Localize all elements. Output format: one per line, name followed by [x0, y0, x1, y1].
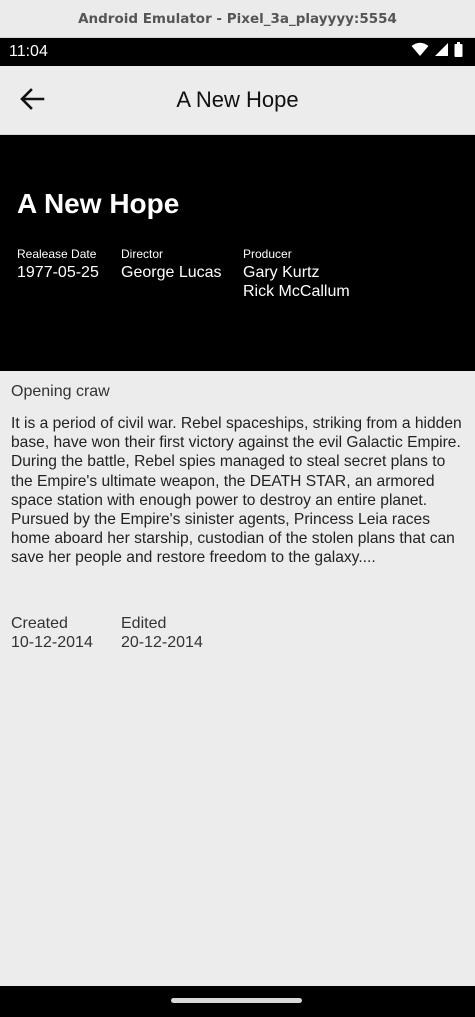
wifi-icon: [411, 42, 429, 62]
created-block: Created 10-12-2014: [11, 614, 93, 652]
app-bar: A New Hope: [0, 66, 475, 135]
producer-block: Producer Gary Kurtz Rick McCallum: [243, 247, 350, 301]
director-block: Director George Lucas: [121, 247, 222, 282]
edited-block: Edited 20-12-2014: [121, 614, 203, 652]
release-date-value: 1977-05-25: [17, 264, 99, 281]
battery-icon: [454, 42, 463, 62]
status-icons: [411, 42, 463, 62]
created-label: Created: [11, 615, 68, 632]
opening-crawl-label: Opening craw: [11, 383, 110, 400]
film-details: Opening craw It is a period of civil war…: [11, 383, 463, 568]
back-button[interactable]: [14, 86, 50, 116]
producer-label: Producer: [243, 247, 292, 261]
director-label: Director: [121, 247, 164, 261]
navigation-bar: [0, 986, 475, 1017]
arrow-back-icon: [19, 87, 45, 115]
status-bar: 11:04: [0, 38, 475, 66]
opening-crawl-text: It is a period of civil war. Rebel space…: [11, 415, 462, 567]
producer-value: Gary Kurtz: [243, 264, 320, 281]
page-title: A New Hope: [176, 87, 299, 112]
edited-label: Edited: [121, 615, 167, 632]
release-date-label: Realease Date: [17, 247, 97, 261]
home-gesture-handle[interactable]: [171, 998, 302, 1003]
film-title: A New Hope: [17, 188, 180, 219]
status-time: 11:04: [9, 43, 48, 60]
release-date-block: Realease Date 1977-05-25: [17, 247, 99, 282]
film-header: A New Hope Realease Date 1977-05-25 Dire…: [0, 135, 475, 371]
director-value: George Lucas: [121, 264, 222, 281]
emulator-window-title: Android Emulator - Pixel_3a_playyyy:5554: [0, 0, 475, 38]
producer-value: Rick McCallum: [243, 283, 350, 300]
signal-icon: [434, 42, 449, 62]
created-value: 10-12-2014: [11, 634, 93, 651]
edited-value: 20-12-2014: [121, 634, 203, 651]
